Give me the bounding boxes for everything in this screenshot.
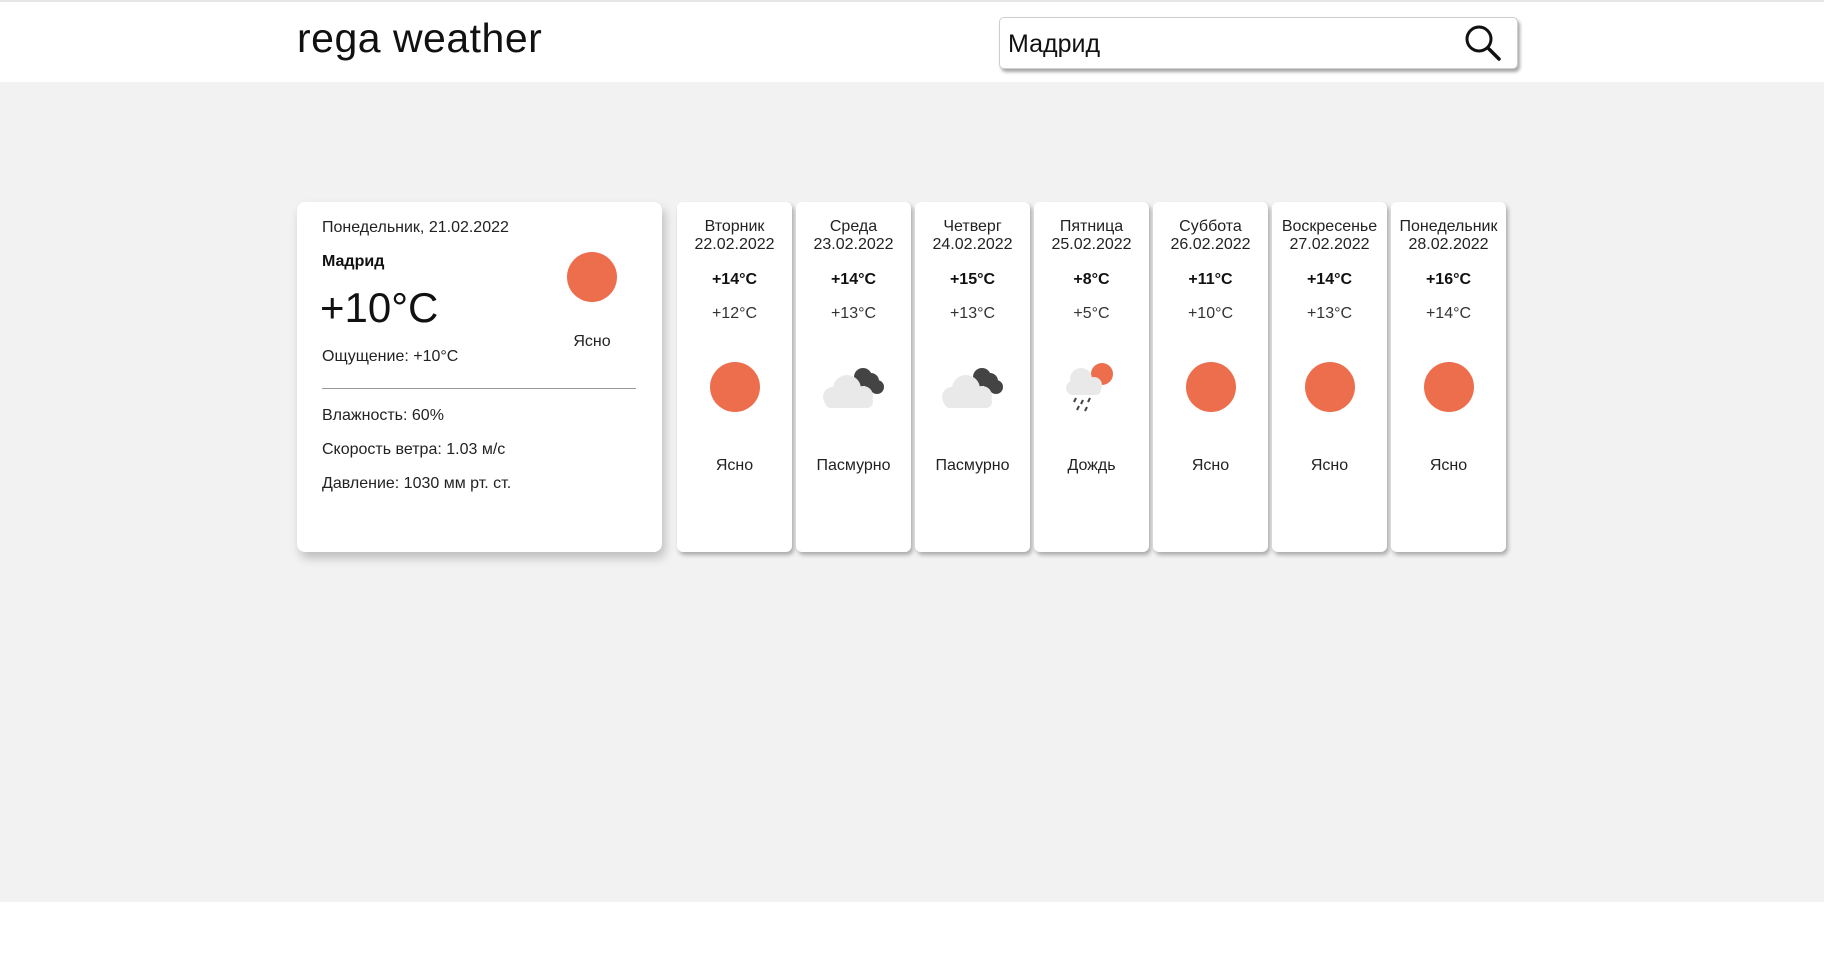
search-icon xyxy=(1465,25,1501,61)
forecast-condition: Дождь xyxy=(1067,457,1116,474)
sun-icon xyxy=(567,252,617,302)
search-button[interactable] xyxy=(1463,23,1505,63)
forecast-card[interactable]: Вторник 22.02.2022 +14°C +12°C Ясно xyxy=(677,202,792,552)
forecast-condition: Ясно xyxy=(1310,457,1349,474)
forecast-day-name: Воскресенье xyxy=(1281,218,1378,235)
forecast-date: 27.02.2022 xyxy=(1289,236,1370,253)
sun-icon xyxy=(1186,362,1236,412)
forecast-condition: Пасмурно xyxy=(935,457,1010,474)
today-wind: Скорость ветра: 1.03 м/с xyxy=(322,441,506,458)
forecast-day-name: Четверг xyxy=(943,218,1002,235)
forecast-min-temp: +13°C xyxy=(949,305,996,322)
forecast-min-temp: +12°C xyxy=(711,305,758,322)
forecast-day-name: Суббота xyxy=(1179,218,1242,235)
forecast-card[interactable]: Воскресенье 27.02.2022 +14°C +13°C Ясно xyxy=(1272,202,1387,552)
forecast-condition: Ясно xyxy=(1429,457,1468,474)
forecast-date: 26.02.2022 xyxy=(1170,236,1251,253)
sun-icon xyxy=(1424,362,1474,412)
forecast-min-temp: +13°C xyxy=(1306,305,1353,322)
forecast-max-temp: +11°C xyxy=(1188,271,1233,288)
forecast-card[interactable]: Понедельник 28.02.2022 +16°C +14°C Ясно xyxy=(1391,202,1506,552)
forecast-max-temp: +14°C xyxy=(830,271,877,288)
forecast-max-temp: +14°C xyxy=(1306,271,1353,288)
logo[interactable]: rega weather xyxy=(297,15,542,62)
search-bar xyxy=(999,17,1518,69)
forecast-max-temp: +8°C xyxy=(1073,271,1110,288)
forecast-day-name: Вторник xyxy=(704,218,765,235)
today-condition: Ясно xyxy=(573,333,611,350)
today-pressure: Давление: 1030 мм рт. ст. xyxy=(322,475,512,492)
today-temperature: +10°C xyxy=(320,284,439,331)
sun-icon xyxy=(710,362,760,412)
main-content: Понедельник, 21.02.2022 Мадрид +10°C Ощу… xyxy=(0,82,1824,902)
footer xyxy=(0,902,1824,963)
forecast-condition: Ясно xyxy=(1191,457,1230,474)
today-feels-like: Ощущение: +10°C xyxy=(322,348,459,365)
forecast-max-temp: +15°C xyxy=(949,271,996,288)
forecast-condition: Ясно xyxy=(715,457,754,474)
forecast-card[interactable]: Пятница 25.02.2022 +8°C +5°C Дождь xyxy=(1034,202,1149,552)
rain-icon xyxy=(1066,363,1113,412)
forecast-max-temp: +16°C xyxy=(1425,271,1472,288)
forecast-date: 28.02.2022 xyxy=(1408,236,1489,253)
forecast-day-name: Пятница xyxy=(1059,218,1124,235)
cloudy-icon xyxy=(942,368,1003,408)
cloudy-icon xyxy=(823,368,884,408)
header: rega weather xyxy=(0,2,1824,82)
forecast-min-temp: +5°C xyxy=(1073,305,1110,322)
forecast-card[interactable]: Суббота 26.02.2022 +11°C +10°C Ясно xyxy=(1153,202,1268,552)
today-humidity: Влажность: 60% xyxy=(322,407,444,424)
forecast-card[interactable]: Четверг 24.02.2022 +15°C +13°C Пасмурно xyxy=(915,202,1030,552)
divider xyxy=(322,388,636,389)
forecast-date: 25.02.2022 xyxy=(1051,236,1132,253)
forecast-date: 23.02.2022 xyxy=(813,236,894,253)
forecast-min-temp: +10°C xyxy=(1187,305,1234,322)
sun-icon xyxy=(1305,362,1355,412)
forecast-day-name: Среда xyxy=(829,218,878,235)
forecast-min-temp: +13°C xyxy=(830,305,877,322)
forecast-date: 22.02.2022 xyxy=(694,236,775,253)
search-input[interactable] xyxy=(1008,26,1438,62)
forecast-date: 24.02.2022 xyxy=(932,236,1013,253)
forecast-card[interactable]: Среда 23.02.2022 +14°C +13°C Пасмурно xyxy=(796,202,911,552)
forecast-max-temp: +14°C xyxy=(711,271,758,288)
today-date: Понедельник, 21.02.2022 xyxy=(322,219,509,236)
forecast-day-name: Понедельник xyxy=(1399,218,1498,235)
today-city: Мадрид xyxy=(322,253,385,270)
today-card: Понедельник, 21.02.2022 Мадрид +10°C Ощу… xyxy=(297,202,662,552)
forecast-min-temp: +14°C xyxy=(1425,305,1472,322)
forecast-condition: Пасмурно xyxy=(816,457,891,474)
